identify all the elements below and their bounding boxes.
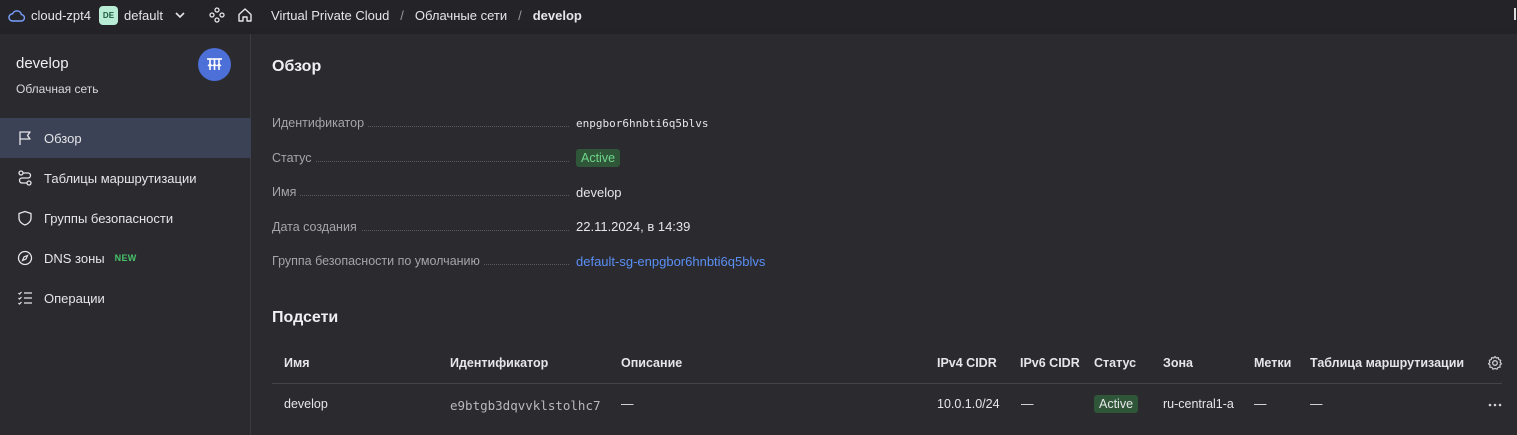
chevron-down-icon[interactable] bbox=[173, 8, 187, 22]
sidebar-item-label: Таблицы маршрутизации bbox=[44, 170, 197, 186]
new-badge: NEW bbox=[114, 253, 137, 263]
property-label: Дата создания bbox=[272, 219, 361, 234]
cloud-selector[interactable]: cloud-zpt4 bbox=[8, 8, 91, 23]
subnet-description: — bbox=[621, 397, 634, 411]
column-header[interactable]: IPv6 CIDR bbox=[1020, 356, 1080, 370]
flag-icon bbox=[19, 131, 31, 145]
sidebar-item-label: DNS зоны bbox=[44, 250, 105, 266]
network-avatar bbox=[198, 48, 231, 81]
sidebar-item-dns-zones[interactable]: DNS зоны NEW bbox=[0, 238, 251, 278]
column-header[interactable]: Метки bbox=[1254, 356, 1291, 370]
folder-badge[interactable]: DE bbox=[98, 5, 118, 25]
top-bar: cloud-zpt4 DE default Virtual Private Cl… bbox=[0, 0, 1517, 30]
sidebar-item-security-groups[interactable]: Группы безопасности bbox=[0, 198, 251, 238]
home-icon[interactable] bbox=[237, 7, 253, 23]
property-row: Дата создания 22.11.2024, в 14:39 bbox=[272, 210, 992, 245]
status-badge: Active bbox=[576, 148, 621, 167]
default-security-group-link[interactable]: default-sg-enpgbor6hnbti6q5blvs bbox=[576, 254, 765, 269]
network-name-value: develop bbox=[576, 184, 622, 200]
breadcrumb-current: develop bbox=[532, 7, 582, 23]
compass-icon bbox=[17, 250, 33, 266]
more-actions-icon[interactable] bbox=[1487, 397, 1503, 413]
column-header[interactable]: Зона bbox=[1163, 356, 1193, 370]
sidebar-item-label: Группы безопасности bbox=[44, 210, 174, 226]
shield-icon bbox=[18, 210, 32, 226]
breadcrumb-separator: / bbox=[400, 7, 404, 23]
route-icon bbox=[18, 170, 32, 186]
sidebar-subtitle: Облачная сеть bbox=[16, 82, 99, 96]
cloud-name[interactable]: cloud-zpt4 bbox=[31, 8, 91, 23]
network-id-value[interactable]: enpgbor6hnbti6q5blvs bbox=[576, 117, 708, 130]
property-row: Идентификатор enpgbor6hnbti6q5blvs bbox=[272, 106, 992, 141]
property-label: Имя bbox=[272, 185, 301, 200]
breadcrumb-separator: / bbox=[518, 7, 522, 23]
cloud-icon bbox=[8, 9, 25, 22]
folder-name[interactable]: default bbox=[124, 8, 163, 23]
column-header[interactable]: Идентификатор bbox=[450, 356, 548, 370]
list-check-icon bbox=[18, 291, 32, 305]
property-row: Статус Active bbox=[272, 141, 992, 176]
status-badge: Active bbox=[1094, 395, 1139, 413]
subnet-id[interactable]: e9btgb3dqvvklstolhc7 bbox=[450, 398, 601, 413]
sidebar-item-operations[interactable]: Операции bbox=[0, 278, 251, 318]
subnet-route-table: — bbox=[1310, 397, 1323, 411]
subnet-labels: — bbox=[1254, 397, 1267, 411]
sidebar-item-overview[interactable]: Обзор bbox=[0, 118, 251, 158]
network-icon bbox=[207, 58, 222, 70]
sidebar-title: develop bbox=[16, 55, 69, 72]
breadcrumb-networks[interactable]: Облачные сети bbox=[415, 8, 507, 23]
column-header[interactable]: Таблица маршрутизации bbox=[1310, 356, 1464, 370]
property-label: Статус bbox=[272, 150, 316, 165]
subnets-table-header: Имя Идентификатор Описание IPv4 CIDR IPv… bbox=[272, 346, 1503, 384]
property-label: Группа безопасности по умолчанию bbox=[272, 254, 484, 269]
subnet-name[interactable]: develop bbox=[284, 397, 328, 411]
sidebar: develop Облачная сеть Обзор Таблицы марш… bbox=[0, 34, 251, 435]
subnet-zone: ru-central1-a bbox=[1163, 397, 1234, 411]
subnets-heading: Подсети bbox=[272, 309, 339, 326]
sidebar-item-label: Обзор bbox=[44, 130, 82, 146]
sidebar-nav: Обзор Таблицы маршрутизации Группы безоп… bbox=[0, 118, 251, 318]
sidebar-item-label: Операции bbox=[44, 290, 105, 306]
leader-dots bbox=[272, 195, 569, 196]
subnet-ipv4: 10.0.1.0/24 bbox=[937, 397, 1000, 411]
overview-heading: Обзор bbox=[272, 58, 322, 75]
main-content: Обзор Идентификатор enpgbor6hnbti6q5blvs… bbox=[252, 34, 1517, 435]
column-header[interactable]: Имя bbox=[284, 356, 310, 370]
table-row[interactable]: develop e9btgb3dqvvklstolhc7 — 10.0.1.0/… bbox=[272, 385, 1502, 425]
column-header[interactable]: IPv4 CIDR bbox=[937, 356, 997, 370]
subnet-ipv6: — bbox=[1021, 397, 1034, 411]
created-at-value: 22.11.2024, в 14:39 bbox=[576, 219, 691, 235]
gear-icon[interactable] bbox=[1487, 355, 1503, 371]
property-row: Имя develop bbox=[272, 175, 992, 210]
leader-dots bbox=[272, 160, 569, 162]
overview-properties: Идентификатор enpgbor6hnbti6q5blvs Стату… bbox=[272, 106, 992, 279]
column-header[interactable]: Статус bbox=[1094, 356, 1136, 370]
services-icon[interactable] bbox=[209, 7, 225, 23]
column-header[interactable]: Описание bbox=[621, 356, 682, 370]
breadcrumb-vpc[interactable]: Virtual Private Cloud bbox=[271, 8, 389, 23]
sidebar-item-route-tables[interactable]: Таблицы маршрутизации bbox=[0, 158, 251, 198]
property-label: Идентификатор bbox=[272, 116, 369, 131]
property-row: Группа безопасности по умолчанию default… bbox=[272, 244, 992, 279]
